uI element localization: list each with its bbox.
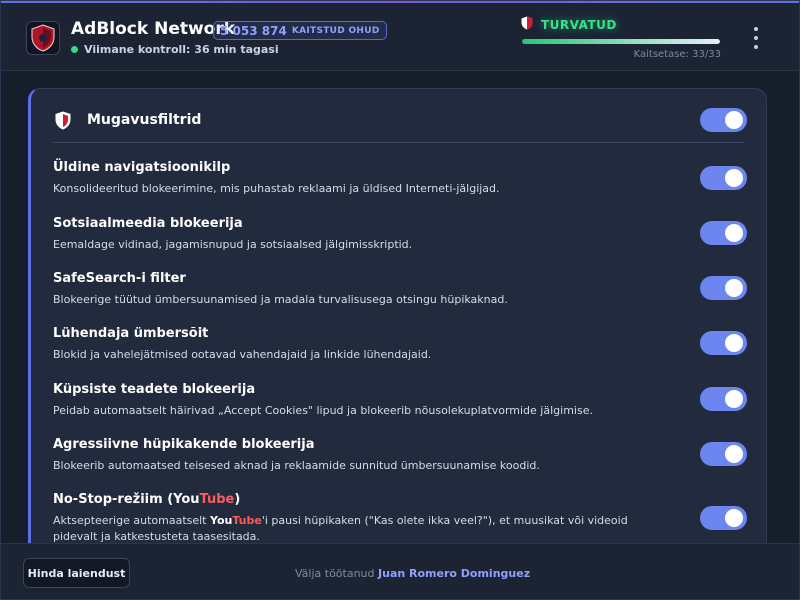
card-title: Mugavusfiltrid xyxy=(87,112,202,128)
protection-status: TURVATUD xyxy=(521,15,617,34)
header: AdBlock Network 5 053 874 KAITSTUD OHUD … xyxy=(1,3,799,71)
app-title: AdBlock Network xyxy=(71,19,236,39)
threat-count-label: KAITSTUD OHUD xyxy=(291,25,380,36)
filter-item-safesearch: SafeSearch-i filter Blokeerige tüütud üm… xyxy=(53,271,753,308)
footer: Hinda laiendust Välja töötanud Juan Rome… xyxy=(1,543,799,599)
filters-card: Mugavusfiltrid Üldine navigatsioonikilp … xyxy=(28,88,767,558)
adblock-logo-icon xyxy=(26,21,60,55)
developer-credit: Välja töötanud Juan Romero Dominguez xyxy=(295,567,531,580)
card-header: Mugavusfiltrid xyxy=(53,109,745,143)
filter-item-navigation: Üldine navigatsioonikilp Konsolideeritud… xyxy=(53,160,753,197)
filter-description: Konsolideeritud blokeerimine, mis puhast… xyxy=(53,182,500,195)
online-dot-icon xyxy=(71,46,78,53)
shield-icon xyxy=(55,111,71,134)
toggle-navigation[interactable] xyxy=(700,166,747,190)
status-text: TURVATUD xyxy=(541,17,617,32)
toggle-cookies[interactable] xyxy=(700,387,747,411)
extension-popup: AdBlock Network 5 053 874 KAITSTUD OHUD … xyxy=(0,0,800,600)
toggle-safesearch[interactable] xyxy=(700,276,747,300)
kebab-menu-icon[interactable] xyxy=(751,27,761,49)
toggle-popups[interactable] xyxy=(700,442,747,466)
threat-count-badge: 5 053 874 KAITSTUD OHUD xyxy=(213,21,387,40)
filter-description: Aktsepteerige automaatselt YouTube'i pau… xyxy=(53,514,628,543)
protection-progress-fill xyxy=(522,39,720,44)
master-toggle[interactable] xyxy=(700,108,747,132)
filter-title: Küpsiste teadete blokeerija xyxy=(53,382,256,397)
last-check-status: Viimane kontroll: 36 min tagasi xyxy=(71,43,279,56)
filter-title: SafeSearch-i filter xyxy=(53,271,186,286)
protection-level-label: Kaitsetase: 33/33 xyxy=(633,49,721,60)
filter-description: Blokeerige tüütud ümbersuunamised ja mad… xyxy=(53,293,508,306)
author-link[interactable]: Juan Romero Dominguez xyxy=(378,567,530,580)
filter-description: Peidab automaatselt häirivad „Accept Coo… xyxy=(53,404,593,417)
filter-title: Agressiivne hüpikakende blokeerija xyxy=(53,437,315,452)
toggle-nostop[interactable] xyxy=(700,506,747,530)
filter-item-popups: Agressiivne hüpikakende blokeerija Bloke… xyxy=(53,437,753,474)
filter-item-nostop: No-Stop-režiim (YouTube) Aktsepteerige a… xyxy=(53,492,653,545)
protection-progress-bar xyxy=(522,39,720,44)
filter-title: Lühendaja ümbersõit xyxy=(53,326,209,341)
toggle-social[interactable] xyxy=(700,221,747,245)
filter-description: Blokid ja vahelejätmised ootavad vahenda… xyxy=(53,348,432,361)
toggle-shortener[interactable] xyxy=(700,331,747,355)
filter-item-shortener: Lühendaja ümbersõit Blokid ja vahelejätm… xyxy=(53,326,753,363)
filter-description: Eemaldage vidinad, jagamisnupud ja sotsi… xyxy=(53,238,413,251)
threat-count: 5 053 874 xyxy=(220,23,287,38)
filter-item-social: Sotsiaalmeedia blokeerija Eemaldage vidi… xyxy=(53,216,753,253)
filter-description: Blokeerib automaatsed teisesed aknad ja … xyxy=(53,459,540,472)
filter-title: Üldine navigatsioonikilp xyxy=(53,160,231,175)
last-check-text: Viimane kontroll: 36 min tagasi xyxy=(84,43,279,56)
filter-title: Sotsiaalmeedia blokeerija xyxy=(53,216,243,231)
rate-extension-button[interactable]: Hinda laiendust xyxy=(23,558,130,588)
filter-title: No-Stop-režiim (YouTube) xyxy=(53,492,241,507)
status-shield-icon xyxy=(521,15,533,34)
filter-item-cookies: Küpsiste teadete blokeerija Peidab autom… xyxy=(53,382,753,419)
toggle-knob xyxy=(725,111,743,129)
